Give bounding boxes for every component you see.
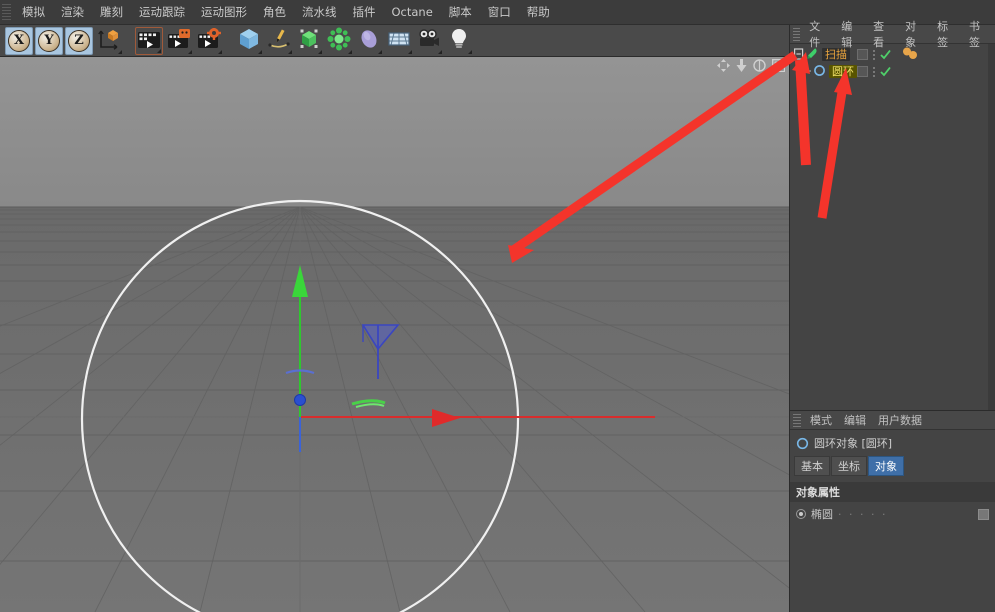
c4d-application-window: 模拟 渲染 雕刻 运动跟踪 运动图形 角色 流水线 插件 Octane 脚本 窗… (0, 0, 995, 612)
menu-grip-icon[interactable] (2, 4, 11, 20)
axis-lock-y-button[interactable]: Y (35, 27, 63, 55)
circle-spline-icon (796, 437, 809, 450)
rotate-view-icon[interactable] (753, 59, 766, 72)
menu-item-render[interactable]: 渲染 (53, 3, 92, 22)
tree-branch-icon (802, 62, 812, 82)
nurbs-generator-button[interactable] (295, 27, 323, 55)
render-view-button[interactable] (135, 27, 163, 55)
maximize-view-icon[interactable] (772, 59, 785, 72)
axis-lock-y-label: Y (38, 30, 60, 52)
tag-row-sweep (855, 46, 995, 63)
object-properties-header: 对象属性 (790, 482, 995, 502)
object-manager-panel: 文件 编辑 查看 对象 标签 书签 (789, 25, 995, 410)
render-region-button[interactable] (165, 27, 193, 55)
attrmgr-menu-mode[interactable]: 模式 (804, 411, 838, 429)
attrmgr-menu-userdata[interactable]: 用户数据 (872, 411, 928, 429)
object-manager-scrollbar[interactable] (988, 44, 995, 410)
axis-lock-z-button[interactable]: Z (65, 27, 93, 55)
property-checkbox-ellipse[interactable] (978, 509, 989, 520)
property-dot-leader: · · · · · (838, 508, 973, 521)
deformer-button[interactable] (355, 27, 383, 55)
dot-column-icon (873, 67, 875, 77)
dot-column-icon (873, 50, 875, 60)
radio-icon[interactable] (796, 509, 806, 519)
menu-item-plugins[interactable]: 插件 (345, 3, 384, 22)
menu-item-simulate[interactable]: 模拟 (14, 3, 53, 22)
object-manager-menu: 文件 编辑 查看 对象 标签 书签 (790, 25, 995, 44)
axis-lock-z-label: Z (68, 30, 90, 52)
tag-row-circle (855, 63, 995, 80)
attribute-manager-panel: 模式 编辑 用户数据 圆环对象 [圆环] 基本 坐标 对象 对象属性 椭圆 · … (789, 410, 995, 612)
pan-view-icon[interactable] (717, 59, 730, 72)
object-manager-grip-icon[interactable] (793, 28, 800, 41)
primitive-cube-button[interactable] (235, 27, 263, 55)
dolly-view-icon[interactable] (736, 59, 747, 72)
coordinate-system-button[interactable] (95, 27, 123, 55)
object-name-circle[interactable]: 圆环 (829, 65, 857, 78)
attribute-object-title: 圆环对象 [圆环] (814, 435, 892, 451)
attribute-manager-grip-icon[interactable] (793, 414, 801, 427)
attribute-manager-menu: 模式 编辑 用户数据 (790, 411, 995, 430)
property-label-ellipse: 椭圆 (811, 506, 833, 522)
environment-button[interactable] (385, 27, 413, 55)
menu-item-help[interactable]: 帮助 (519, 3, 558, 22)
object-tag-columns (855, 46, 995, 80)
menu-item-pipeline[interactable]: 流水线 (294, 3, 345, 22)
circle-spline-icon (813, 62, 826, 81)
viewport-nav-icons (717, 59, 785, 72)
menu-item-sculpt[interactable]: 雕刻 (92, 3, 131, 22)
tab-object[interactable]: 对象 (868, 456, 904, 476)
attrmgr-menu-edit[interactable]: 编辑 (838, 411, 872, 429)
menu-item-octane[interactable]: Octane (384, 3, 441, 22)
render-settings-button[interactable] (195, 27, 223, 55)
attribute-object-header: 圆环对象 [圆环] (790, 430, 995, 454)
mograph-button[interactable] (325, 27, 353, 55)
visibility-toggle-icon[interactable] (857, 49, 868, 60)
attribute-tabs: 基本 坐标 对象 (790, 454, 995, 476)
perspective-viewport[interactable] (0, 57, 789, 612)
menu-item-script[interactable]: 脚本 (441, 3, 480, 22)
axis-lock-x-button[interactable]: X (5, 27, 33, 55)
tab-basic[interactable]: 基本 (794, 456, 830, 476)
light-button[interactable] (445, 27, 473, 55)
menu-item-motion-tracker[interactable]: 运动跟踪 (131, 3, 193, 22)
object-name-sweep[interactable]: 扫描 (822, 48, 850, 61)
material-tag-icon[interactable] (902, 45, 920, 64)
menu-item-window[interactable]: 窗口 (480, 3, 519, 22)
axis-lock-x-label: X (8, 30, 30, 52)
menu-item-mograph[interactable]: 运动图形 (193, 3, 255, 22)
tab-coordinates[interactable]: 坐标 (831, 456, 867, 476)
enabled-check-icon[interactable] (880, 62, 891, 81)
spline-pen-button[interactable] (265, 27, 293, 55)
menu-item-character[interactable]: 角色 (255, 3, 294, 22)
property-row-ellipse: 椭圆 · · · · · (790, 502, 995, 526)
camera-button[interactable] (415, 27, 443, 55)
visibility-toggle-icon[interactable] (857, 66, 868, 77)
